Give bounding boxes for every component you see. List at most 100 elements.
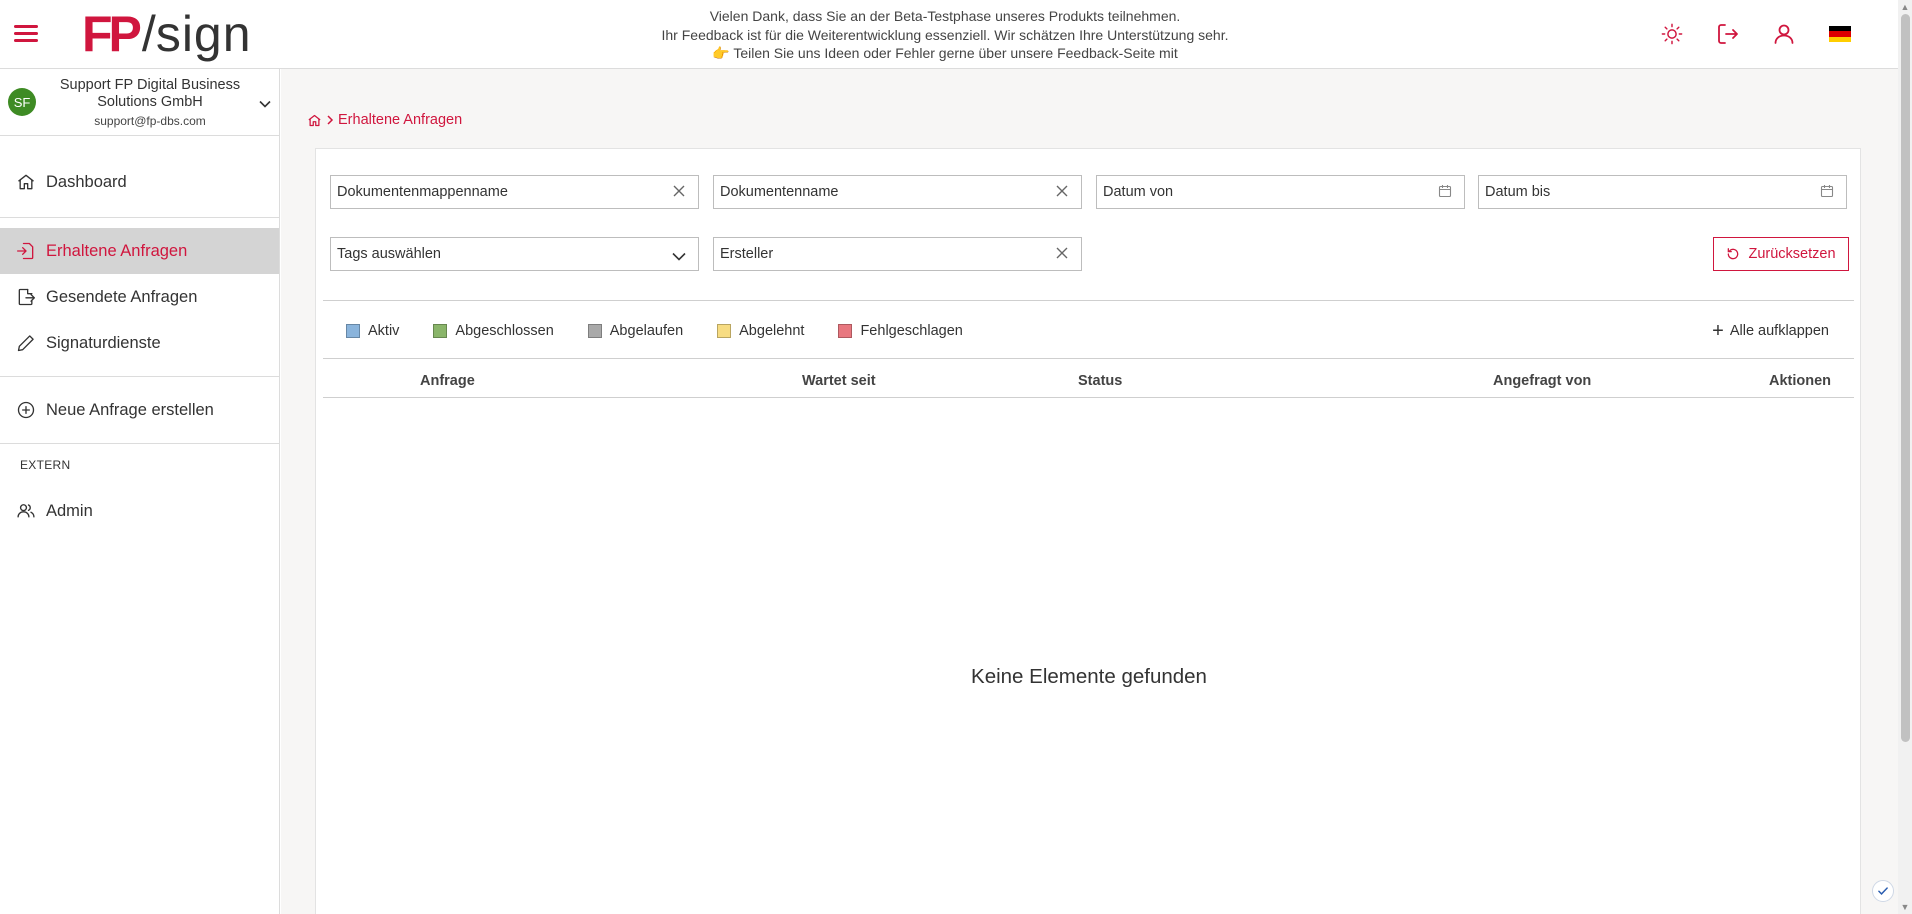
clear-icon[interactable] — [1055, 184, 1069, 202]
account-name: Support FP Digital Business Solutions Gm… — [59, 77, 241, 110]
scrollbar-thumb[interactable] — [1901, 14, 1910, 742]
scrollbar[interactable]: ▲ ▼ — [1898, 0, 1912, 914]
top-actions — [1644, 16, 1868, 52]
beta-notice: Vielen Dank, dass Sie an der Beta-Testph… — [560, 7, 1330, 63]
legend-label: Fehlgeschlagen — [860, 323, 963, 339]
column-header-waiting-since[interactable]: Wartet seit — [802, 373, 876, 389]
creator-filter[interactable]: Ersteller — [713, 237, 1082, 271]
beta-line-2: Ihr Feedback ist für die Weiterentwicklu… — [661, 26, 1229, 43]
sidebar-item-label: Admin — [46, 501, 93, 520]
legend-swatch — [587, 324, 602, 338]
date-from-placeholder: Datum von — [1103, 184, 1174, 200]
legend-abgelehnt: Abgelehnt — [717, 323, 804, 339]
clear-icon[interactable] — [672, 184, 686, 202]
plus-icon: + — [1712, 320, 1724, 342]
sidebar-item-label: Gesendete Anfragen — [46, 287, 198, 306]
sidebar-item-label: Neue Anfrage erstellen — [46, 400, 214, 419]
inbox-in-icon — [17, 242, 34, 260]
breadcrumb: Erhaltene Anfragen — [307, 112, 462, 128]
column-header-status[interactable]: Status — [1078, 373, 1122, 389]
sun-icon[interactable] — [1644, 16, 1700, 52]
flag-de-icon[interactable] — [1812, 16, 1868, 52]
legend-label: Abgeschlossen — [455, 323, 554, 339]
legend-swatch — [838, 324, 853, 338]
legend-swatch — [433, 324, 448, 338]
send-file-icon — [18, 288, 35, 306]
logo-slash: / — [141, 6, 156, 62]
home-icon — [18, 174, 34, 190]
beta-line-3[interactable]: 👉 Teilen Sie uns Ideen oder Fehler gerne… — [560, 44, 1330, 63]
check-circle-icon[interactable] — [1872, 880, 1894, 902]
sidebar: SF Support FP Digital Business Solutions… — [0, 69, 280, 914]
logo[interactable]: FP / sign — [82, 8, 252, 60]
sidebar-item-signature-services[interactable]: Signaturdienste — [0, 320, 279, 366]
sidebar-item-label: Dashboard — [46, 172, 127, 191]
tags-select[interactable]: Tags auswählen — [330, 237, 699, 271]
requests-card: Dokumentenmappenname Dokumentenname Datu… — [315, 148, 1861, 914]
date-from-filter[interactable]: Datum von — [1096, 175, 1465, 209]
sidebar-item-dashboard[interactable]: Dashboard — [0, 159, 279, 205]
pen-icon — [17, 335, 34, 352]
sidebar-item-received-requests[interactable]: Erhaltene Anfragen — [0, 228, 279, 274]
legend-label: Abgelaufen — [609, 323, 684, 339]
sidebar-item-new-request[interactable]: Neue Anfrage erstellen — [0, 387, 279, 433]
main-content: Erhaltene Anfragen Dokumentenmappenname … — [281, 69, 1898, 914]
legend-label: Abgelehnt — [739, 323, 805, 339]
scroll-up-arrow[interactable]: ▲ — [1900, 2, 1910, 12]
document-name-placeholder: Dokumentenname — [720, 184, 839, 200]
calendar-icon[interactable] — [1438, 184, 1452, 202]
logo-sign: sign — [155, 6, 252, 62]
legend-abgelaufen: Abgelaufen — [587, 323, 684, 339]
chevron-down-icon[interactable] — [259, 95, 271, 113]
creator-placeholder: Ersteller — [720, 246, 774, 262]
clear-icon[interactable] — [1055, 246, 1069, 264]
avatar: SF — [8, 88, 36, 116]
sidebar-item-admin[interactable]: Admin — [0, 488, 279, 534]
legend-label: Aktiv — [368, 323, 400, 339]
date-to-placeholder: Datum bis — [1485, 184, 1551, 200]
divider — [323, 300, 1854, 301]
legend-swatch — [346, 324, 360, 338]
account-email: support@fp-dbs.com — [94, 114, 206, 128]
reset-icon — [1728, 248, 1739, 260]
calendar-icon[interactable] — [1820, 184, 1834, 202]
legend-aktiv: Aktiv — [346, 323, 399, 339]
beta-line-1: Vielen Dank, dass Sie an der Beta-Testph… — [709, 8, 1181, 24]
breadcrumb-current[interactable]: Erhaltene Anfragen — [338, 112, 462, 128]
column-header-request[interactable]: Anfrage — [420, 373, 475, 389]
logo-fp: FP — [82, 6, 142, 62]
section-label-extern: EXTERN — [20, 458, 71, 472]
date-to-filter[interactable]: Datum bis — [1478, 175, 1847, 209]
sidebar-item-sent-requests[interactable]: Gesendete Anfragen — [0, 274, 279, 320]
chevron-right-icon — [327, 115, 334, 125]
plus-circle-icon — [17, 401, 35, 419]
legend-fehlgeschlagen: Fehlgeschlagen — [838, 323, 963, 339]
divider — [323, 358, 1854, 359]
tags-placeholder: Tags auswählen — [337, 246, 441, 262]
logout-icon[interactable] — [1700, 16, 1756, 52]
account-switcher[interactable]: SF Support FP Digital Business Solutions… — [0, 69, 279, 136]
users-icon — [17, 504, 35, 518]
menu-icon[interactable] — [14, 23, 40, 43]
sidebar-item-label: Signaturdienste — [46, 333, 161, 352]
reset-button[interactable]: Zurücksetzen — [1713, 237, 1849, 271]
user-icon[interactable] — [1756, 16, 1812, 52]
folder-name-placeholder: Dokumentenmappenname — [337, 184, 508, 200]
reset-label: Zurücksetzen — [1748, 246, 1836, 262]
legend-abgeschlossen: Abgeschlossen — [433, 323, 554, 339]
folder-name-filter[interactable]: Dokumentenmappenname — [330, 175, 699, 209]
expand-all-label: Alle aufklappen — [1729, 323, 1829, 339]
divider — [323, 397, 1854, 398]
expand-all-button[interactable]: + Alle aufklappen — [1712, 320, 1829, 342]
scroll-down-arrow[interactable]: ▼ — [1900, 902, 1910, 912]
chevron-down-icon[interactable] — [672, 249, 686, 265]
column-header-requested-by[interactable]: Angefragt von — [1493, 373, 1591, 389]
status-legend: Aktiv Abgeschlossen Abgelaufen Abgelehnt… — [346, 323, 997, 339]
document-name-filter[interactable]: Dokumentenname — [713, 175, 1082, 209]
home-icon[interactable] — [307, 113, 322, 128]
top-bar: FP / sign Vielen Dank, dass Sie an der B… — [0, 0, 1898, 69]
empty-state: Keine Elemente gefunden — [971, 665, 1207, 688]
sidebar-item-label: Erhaltene Anfragen — [46, 241, 188, 260]
column-header-actions: Aktionen — [1769, 373, 1832, 389]
legend-swatch — [717, 324, 732, 338]
